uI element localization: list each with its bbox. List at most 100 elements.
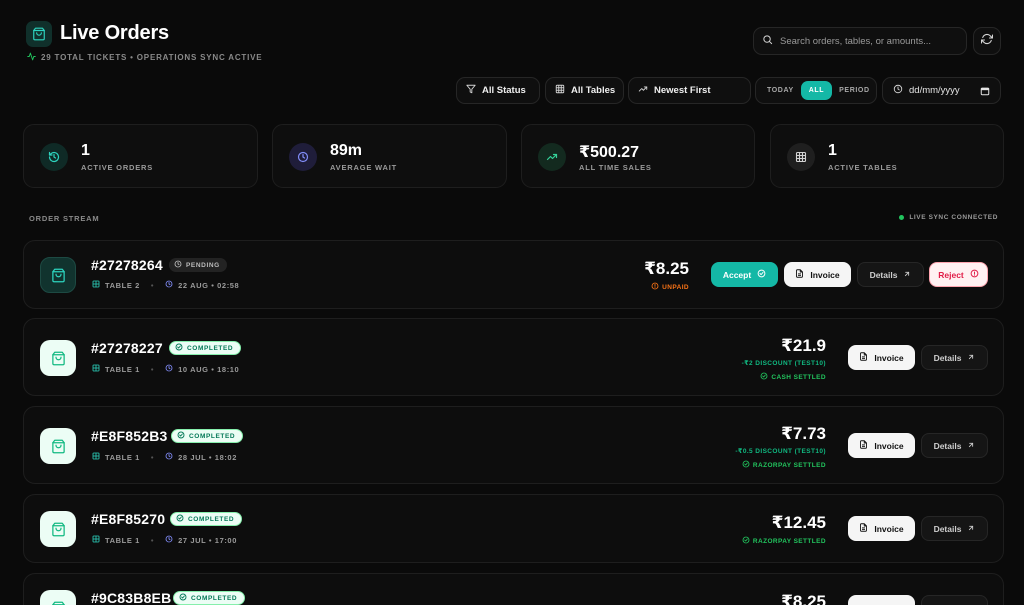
status-badge-text: COMPLETED [187,344,234,352]
payment-status-text: RAZORPAY SETTLED [752,537,826,545]
details-label: Details [933,440,962,451]
discount-note: -₹2 DISCOUNT (TEST10) [741,360,826,367]
search-box[interactable] [753,27,967,55]
status-badge: COMPLETED [171,429,244,443]
clock-icon [165,452,173,462]
payment-status: UNPAID [651,282,689,292]
details-button[interactable]: Details [921,433,988,458]
period-all-option[interactable]: ALL [800,81,833,100]
arrow-up-right-icon [903,270,911,280]
clock-icon [174,260,182,270]
history-icon [40,143,68,171]
order-table: TABLE 1 [105,452,140,462]
status-filter-dropdown[interactable]: All Status [456,77,540,104]
refresh-icon [980,32,994,50]
check-circle-icon [177,431,185,441]
payment-status-text: UNPAID [662,283,689,291]
order-meta: TABLE 1 • 28 JUL • 18:02 [92,452,237,462]
stat-label: ACTIVE TABLES [828,163,898,172]
period-toggle: TODAY ALL PERIOD [755,77,877,104]
search-input[interactable] [780,35,955,47]
check-circle-icon [757,269,766,280]
table-icon [92,452,100,462]
clock-icon [165,364,173,374]
invoice-button[interactable]: Invoice [784,262,851,287]
tables-filter-label: All Tables [571,85,616,96]
period-today-option[interactable]: TODAY [760,81,801,100]
status-badge-text: PENDING [186,261,220,269]
status-filter-label: All Status [482,85,526,96]
order-card[interactable]: #27278264 PENDING TABLE 2 • 22 AUG • 02:… [23,240,1004,309]
discount-note: -₹0.5 DISCOUNT (TEST10) [735,448,826,455]
order-card[interactable]: #E8F85270 COMPLETED TABLE 1 • 27 JUL • 1… [23,494,1004,563]
x-circle-icon [970,269,979,280]
order-meta: TABLE 2 • 22 AUG • 02:58 [92,280,239,290]
order-table: TABLE 2 [105,280,140,290]
payment-status-text: RAZORPAY SETTLED [752,461,826,469]
order-stream-label: ORDER STREAM [29,214,100,223]
stat-value: 1 [828,142,837,159]
details-button[interactable]: Details [921,516,988,541]
arrow-up-right-icon [967,441,975,451]
details-button[interactable]: Details [921,345,988,370]
check-circle-icon [742,460,750,470]
details-button[interactable]: Details [857,262,924,287]
sort-label: Newest First [654,85,711,96]
tables-filter-dropdown[interactable]: All Tables [545,77,624,104]
shopping-bag-icon [40,511,76,547]
details-button[interactable] [921,595,988,605]
trending-up-icon [538,143,566,171]
shopping-bag-icon [40,428,76,464]
table-grid-icon [787,143,815,171]
stat-label: AVERAGE WAIT [330,163,397,172]
check-circle-icon [760,372,768,382]
status-badge-text: COMPLETED [189,432,236,440]
sort-dropdown[interactable]: Newest First [628,77,751,104]
grid-icon [555,84,565,97]
clock-icon [289,143,317,171]
invoice-button[interactable]: Invoice [848,345,915,370]
status-badge-text: COMPLETED [188,515,235,523]
live-sync-text: LIVE SYNC CONNECTED [909,214,998,221]
status-badge: COMPLETED [169,341,242,355]
invoice-label: Invoice [874,440,904,451]
stat-value: 1 [81,142,90,159]
accept-button[interactable]: Accept [711,262,778,287]
order-card[interactable]: #9C83B8EB COMPLETED ₹8.25 [23,573,1004,605]
check-circle-icon [175,343,183,353]
order-id: #E8F852B3 [91,428,168,444]
stat-card-active-orders: 1 ACTIVE ORDERS [23,124,258,188]
payment-status: RAZORPAY SETTLED [742,536,826,546]
sort-trend-icon [638,84,648,97]
refresh-button[interactable] [973,27,1001,55]
accept-label: Accept [722,269,752,280]
order-card[interactable]: #E8F852B3 COMPLETED TABLE 1 • 28 JUL • 1… [23,406,1004,484]
payment-status: CASH SETTLED [760,372,826,382]
order-time: 10 AUG • 18:10 [178,364,240,374]
check-circle-icon [179,593,187,603]
stat-value: 89m [330,142,363,159]
payment-status-text: CASH SETTLED [771,373,826,381]
shopping-bag-icon [26,21,52,47]
shopping-bag-icon [40,340,76,376]
status-dot-icon [899,215,905,220]
reject-button[interactable]: Reject [929,262,988,287]
arrow-up-right-icon [967,524,975,534]
clock-icon [165,280,173,290]
invoice-button[interactable]: Invoice [848,433,915,458]
invoice-button[interactable] [848,595,915,605]
order-price: ₹8.25 [781,592,826,605]
invoice-button[interactable]: Invoice [848,516,915,541]
order-id: #27278264 [91,257,163,273]
stat-label: ACTIVE ORDERS [81,163,154,172]
page-header: Live Orders 29 TOTAL TICKETS • OPERATION… [0,0,1024,120]
order-price: ₹8.25 [644,259,689,278]
period-period-option[interactable]: PERIOD [832,81,876,100]
status-badge: PENDING [169,258,227,272]
invoice-icon [795,269,804,280]
order-table: TABLE 1 [105,535,140,545]
calendar-icon[interactable] [980,86,990,99]
date-picker[interactable]: dd/mm/yyyy [882,77,1001,104]
shopping-bag-icon [40,590,76,605]
order-card[interactable]: #27278227 COMPLETED TABLE 1 • 10 AUG • 1… [23,318,1004,396]
